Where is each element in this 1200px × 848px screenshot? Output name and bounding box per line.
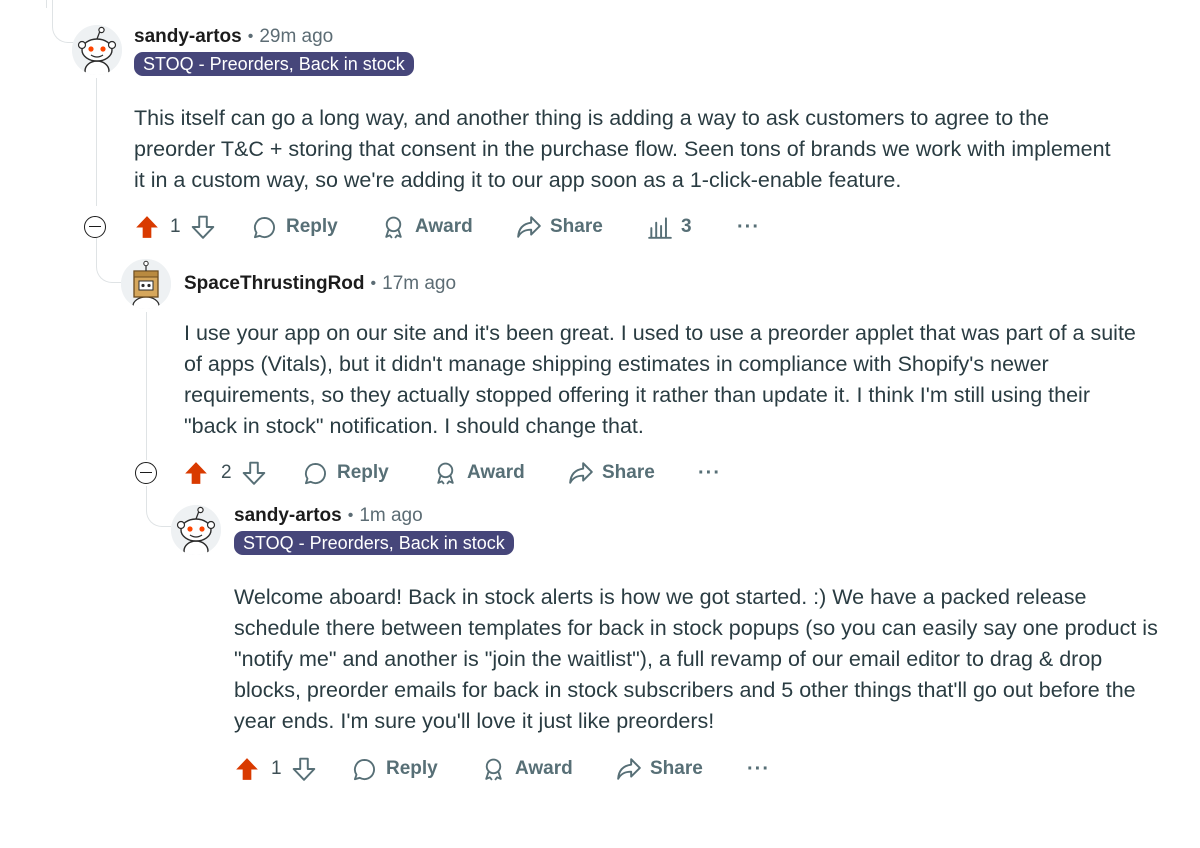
box-robot-avatar-icon <box>121 259 171 309</box>
timestamp[interactable]: 1m ago <box>359 505 422 527</box>
ellipsis-icon[interactable]: ··· <box>698 458 721 488</box>
author-name[interactable]: sandy-artos <box>134 26 242 48</box>
comment-action-bar: 2 Reply Award Share ··· <box>135 458 755 488</box>
downvote-arrow-icon[interactable] <box>190 214 216 240</box>
avatar[interactable] <box>171 505 221 555</box>
vote-count: 2 <box>221 462 232 483</box>
bar-chart-icon <box>647 214 673 240</box>
vote-group: 1 <box>134 212 216 242</box>
comment-body: This itself can go a long way, and anoth… <box>134 106 1111 192</box>
upvote-arrow-icon[interactable] <box>183 460 209 486</box>
separator-dot: • <box>347 507 354 524</box>
award-button[interactable]: Award <box>381 212 473 242</box>
comment-header: sandy-artos • 1m ago <box>234 504 423 528</box>
award-button[interactable]: Award <box>481 754 573 784</box>
user-flair: STOQ - Preorders, Back in stock <box>134 52 414 76</box>
thread-line <box>96 78 97 206</box>
thread-line <box>146 312 147 460</box>
reply-button[interactable]: Reply <box>252 212 338 242</box>
share-arrow-icon <box>568 460 594 486</box>
user-flair: STOQ - Preorders, Back in stock <box>234 531 514 555</box>
insights-button[interactable]: 3 <box>647 212 692 242</box>
author-name[interactable]: SpaceThrustingRod <box>184 273 365 295</box>
share-button[interactable]: Share <box>568 458 655 488</box>
downvote-arrow-icon[interactable] <box>291 756 317 782</box>
vote-group: 2 <box>183 458 267 488</box>
author-name[interactable]: sandy-artos <box>234 505 342 527</box>
share-label: Share <box>650 758 703 779</box>
vote-group: 1 <box>234 754 317 784</box>
timestamp[interactable]: 29m ago <box>259 26 333 48</box>
award-label: Award <box>467 462 525 483</box>
award-ribbon-icon <box>433 461 458 486</box>
timestamp[interactable]: 17m ago <box>382 273 456 295</box>
snoo-avatar-icon <box>171 505 221 555</box>
avatar[interactable] <box>72 25 122 75</box>
share-label: Share <box>550 216 603 237</box>
upvote-arrow-icon[interactable] <box>234 756 260 782</box>
comment-action-bar: 1 Reply Award Share ··· <box>234 754 794 784</box>
reply-button[interactable]: Reply <box>303 458 389 488</box>
thread-connector <box>52 0 73 43</box>
comment-bubble-icon <box>352 757 377 782</box>
view-count: 3 <box>681 216 692 237</box>
comment-body: I use your app on our site and it's been… <box>184 321 1136 438</box>
ellipsis-icon[interactable]: ··· <box>737 212 760 242</box>
award-label: Award <box>415 216 473 237</box>
share-arrow-icon <box>516 214 542 240</box>
award-ribbon-icon <box>481 757 506 782</box>
comment-bubble-icon <box>252 215 277 240</box>
collapse-minus-icon[interactable] <box>84 216 106 238</box>
award-button[interactable]: Award <box>433 458 525 488</box>
reply-label: Reply <box>337 462 389 483</box>
reply-label: Reply <box>286 216 338 237</box>
upvote-arrow-icon[interactable] <box>134 214 160 240</box>
collapse-minus-icon[interactable] <box>135 462 157 484</box>
award-ribbon-icon <box>381 215 406 240</box>
share-arrow-icon <box>616 756 642 782</box>
snoo-avatar-icon <box>72 25 122 75</box>
downvote-arrow-icon[interactable] <box>241 460 267 486</box>
thread-connector <box>146 486 171 527</box>
vote-count: 1 <box>170 216 181 237</box>
comment-bubble-icon <box>303 461 328 486</box>
share-button[interactable]: Share <box>616 754 703 784</box>
separator-dot: • <box>247 28 254 45</box>
comment-header: SpaceThrustingRod • 17m ago <box>184 272 456 296</box>
share-label: Share <box>602 462 655 483</box>
reply-label: Reply <box>386 758 438 779</box>
comment-body: Welcome aboard! Back in stock alerts is … <box>234 585 1158 733</box>
award-label: Award <box>515 758 573 779</box>
reply-button[interactable]: Reply <box>352 754 438 784</box>
share-button[interactable]: Share <box>516 212 603 242</box>
comment-header: sandy-artos • 29m ago <box>134 25 333 49</box>
separator-dot: • <box>370 275 377 292</box>
thread-connector <box>96 238 121 283</box>
ellipsis-icon[interactable]: ··· <box>747 754 770 784</box>
vote-count: 1 <box>271 758 282 779</box>
comment-action-bar: 1 Reply Award Share 3 ··· <box>84 212 784 242</box>
avatar[interactable] <box>121 259 171 309</box>
